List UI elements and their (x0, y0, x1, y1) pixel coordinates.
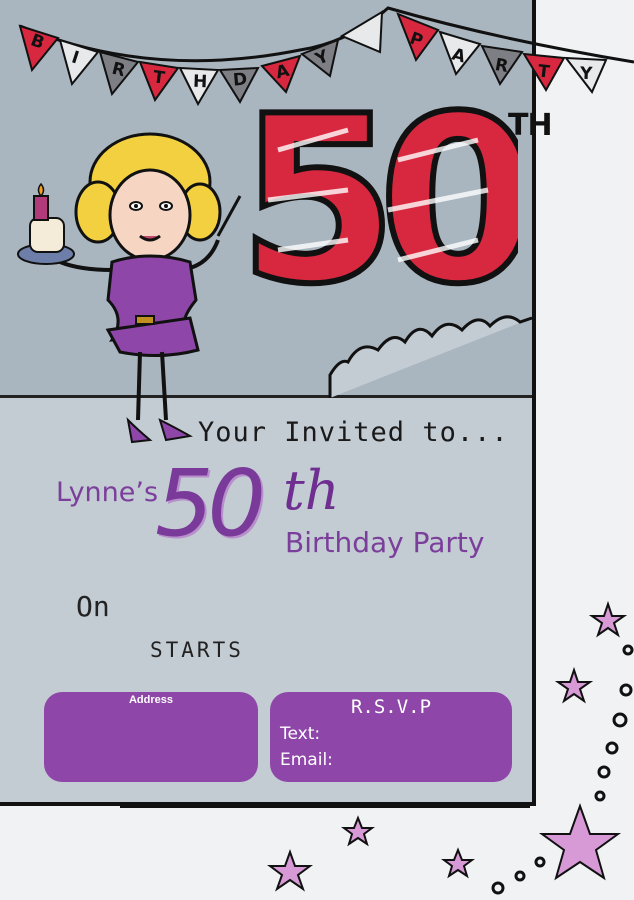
star-icon (341, 815, 375, 847)
star-icon (588, 600, 628, 638)
star-decoration (120, 600, 634, 895)
star-icon (554, 666, 594, 704)
star-icon (267, 849, 313, 892)
star-icon (538, 803, 622, 881)
star-icon (441, 847, 475, 879)
